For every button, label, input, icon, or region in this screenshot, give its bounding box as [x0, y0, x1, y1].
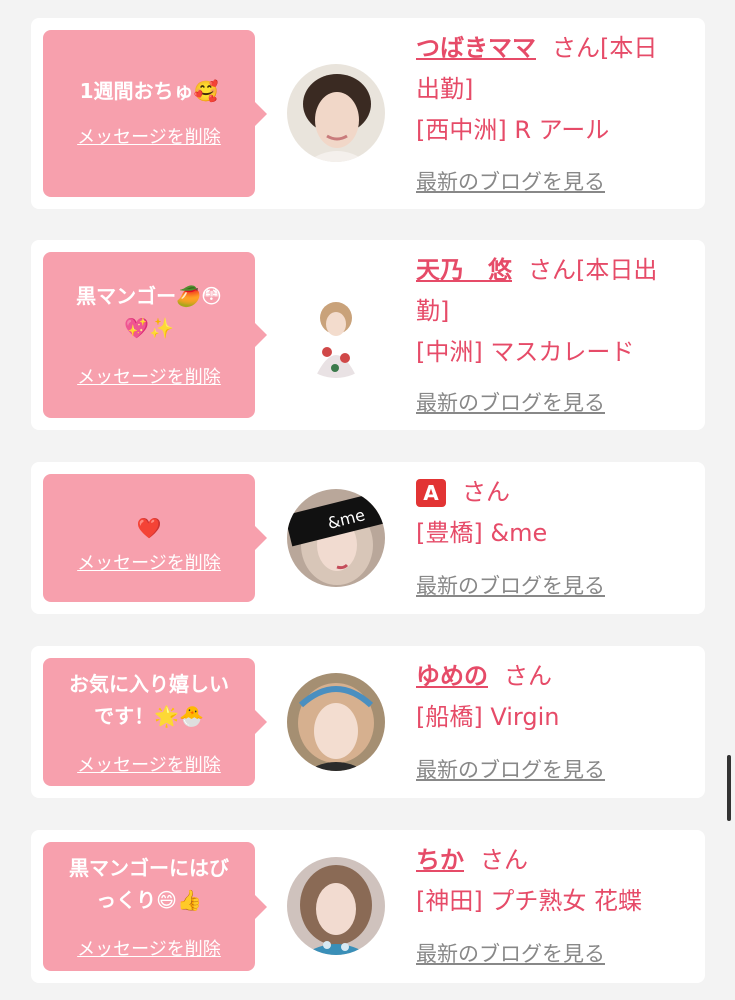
- blog-link[interactable]: 最新のブログを見る: [416, 166, 605, 196]
- delete-message-link[interactable]: メッセージを削除: [43, 366, 255, 390]
- status-text: 出勤]: [416, 75, 474, 103]
- message-text: お気に入り嬉しい: [69, 672, 229, 696]
- message-card: 黒マンゴーにはび っくり😄👍 メッセージを削除 ちか さん [神田] プチ熟女 花…: [31, 830, 705, 983]
- blog-link[interactable]: 最新のブログを見る: [416, 938, 605, 968]
- scrollbar[interactable]: [727, 755, 731, 821]
- message-text: ❤️: [136, 516, 162, 540]
- status-text: さん: [480, 846, 528, 874]
- message-bubble: 黒マンゴー🥭😳 💖✨ メッセージを削除: [43, 252, 267, 418]
- avatar[interactable]: [287, 857, 385, 955]
- profile-info: 天乃 悠さん[本日出 勤] [中洲] マスカレード: [416, 250, 681, 373]
- message-text: 黒マンゴー🥭😳: [76, 284, 222, 308]
- status-text: さん[本日: [552, 34, 658, 62]
- message-bubble: 1週間おちゅ🥰 メッセージを削除: [43, 30, 267, 197]
- blog-link[interactable]: 最新のブログを見る: [416, 570, 605, 600]
- profile-info: A さん [豊橋] &me: [416, 472, 681, 554]
- profile-info: つばきママ さん[本日 出勤] [西中洲] R アール: [416, 28, 681, 151]
- message-text: です！🌟🐣: [94, 704, 204, 728]
- avatar[interactable]: [287, 64, 385, 162]
- delete-message-link[interactable]: メッセージを削除: [43, 754, 255, 778]
- message-text: 1週間おちゅ🥰: [79, 79, 219, 103]
- shop-name: [中洲] マスカレード: [416, 338, 635, 366]
- delete-message-link[interactable]: メッセージを削除: [43, 126, 255, 150]
- shop-name: [西中洲] R アール: [416, 116, 610, 144]
- message-card: 黒マンゴー🥭😳 💖✨ メッセージを削除 天乃 悠さん[本日出 勤] [中洲] マ…: [31, 240, 705, 430]
- blog-link[interactable]: 最新のブログを見る: [416, 754, 605, 784]
- profile-name-link[interactable]: ゆめの: [416, 662, 488, 690]
- message-card: ❤️ メッセージを削除 &me A さん [豊橋] &me 最新のブログを見る: [31, 462, 705, 614]
- message-card: お気に入り嬉しい です！🌟🐣 メッセージを削除 ゆめの さん [船橋] Virgi…: [31, 646, 705, 798]
- message-text: 💖✨: [124, 316, 174, 340]
- profile-name-link[interactable]: つばきママ: [416, 34, 536, 62]
- shop-name: [神田] プチ熟女 花蝶: [416, 887, 642, 915]
- message-bubble: お気に入り嬉しい です！🌟🐣 メッセージを削除: [43, 658, 267, 786]
- blog-link[interactable]: 最新のブログを見る: [416, 387, 605, 417]
- profile-name-link[interactable]: A: [416, 479, 446, 507]
- shop-name: [船橋] Virgin: [416, 703, 560, 731]
- message-text: 黒マンゴーにはび: [69, 856, 229, 880]
- message-bubble: ❤️ メッセージを削除: [43, 474, 267, 602]
- message-bubble: 黒マンゴーにはび っくり😄👍 メッセージを削除: [43, 842, 267, 971]
- profile-name-link[interactable]: 天乃 悠: [416, 256, 512, 284]
- delete-message-link[interactable]: メッセージを削除: [43, 552, 255, 576]
- message-card: 1週間おちゅ🥰 メッセージを削除 つばきママ さん[本日 出勤] [西中洲] R …: [31, 18, 705, 209]
- profile-name-link[interactable]: ちか: [416, 846, 464, 874]
- avatar[interactable]: &me: [287, 489, 385, 587]
- status-text: さん: [504, 662, 552, 690]
- status-text: さん[本日出: [528, 256, 658, 284]
- status-text: さん: [462, 478, 510, 506]
- message-text: っくり😄👍: [96, 888, 202, 912]
- avatar[interactable]: [287, 673, 385, 771]
- profile-info: ちか さん [神田] プチ熟女 花蝶: [416, 840, 681, 922]
- delete-message-link[interactable]: メッセージを削除: [43, 938, 255, 962]
- profile-info: ゆめの さん [船橋] Virgin: [416, 656, 681, 738]
- status-text: 勤]: [416, 297, 450, 325]
- avatar[interactable]: [293, 292, 379, 378]
- shop-name: [豊橋] &me: [416, 519, 548, 547]
